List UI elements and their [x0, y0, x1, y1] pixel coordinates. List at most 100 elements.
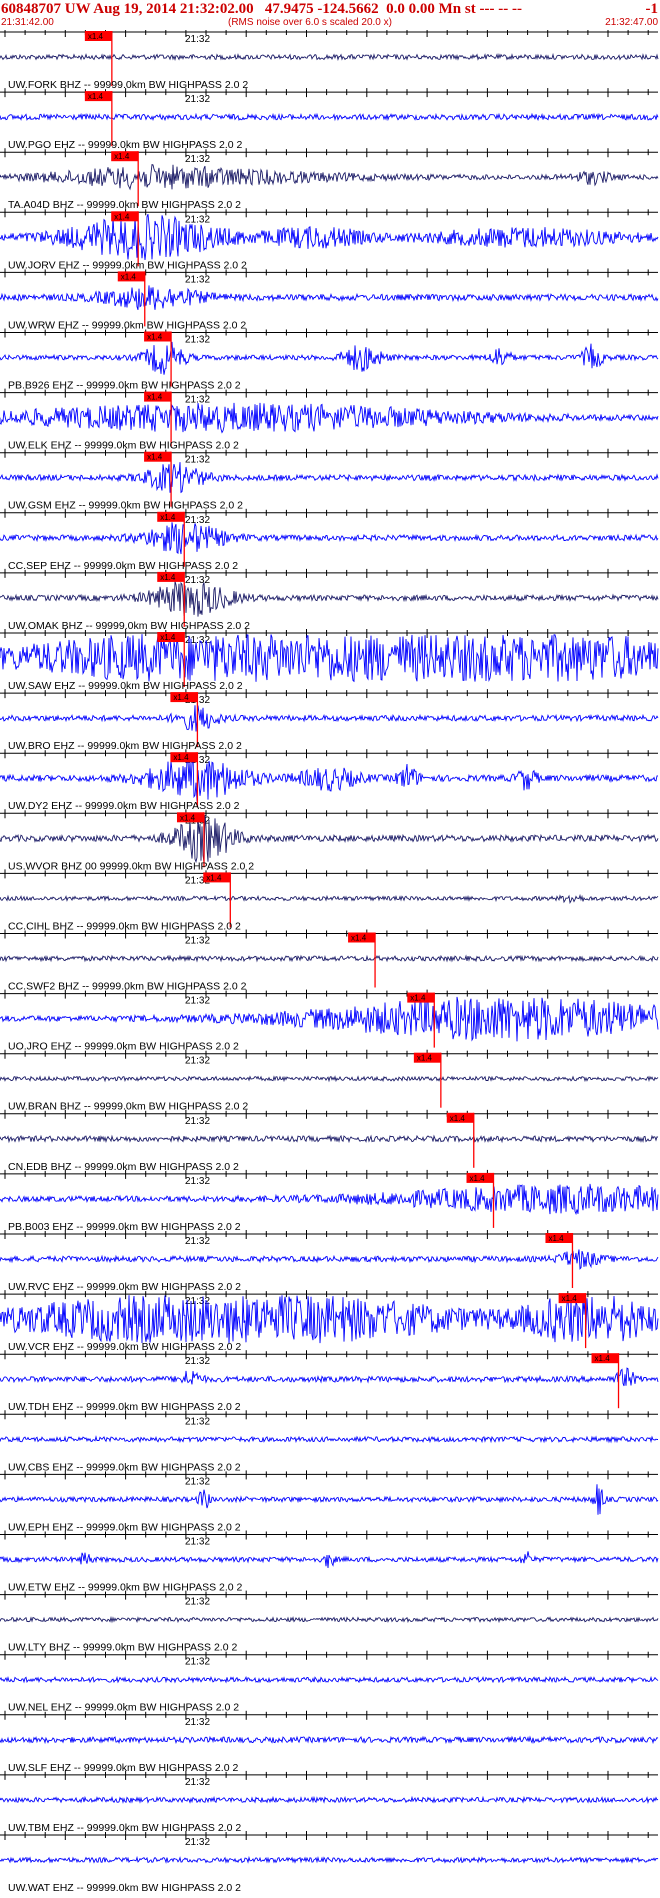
station-row: 21:32x1.4UW.SAW EHZ -- 99999.0km BW HIGH… [0, 629, 659, 692]
waveform-trace [0, 1367, 659, 1387]
minute-label: 21:32 [185, 274, 210, 285]
minute-label: 21:32 [185, 1236, 210, 1247]
station-row: 21:32UW.TBM EHZ -- 99999.0km BW HIGHPASS… [0, 1770, 659, 1834]
station-row: 21:32 x1.4 UW.WRW EHZ -- 99999.0km BW HIGH… [0, 268, 659, 331]
station-row: 21:32 UW.WAT EHZ -- 99999.0km BW HIGHPASS… [0, 1831, 659, 1894]
station-row: 21:32 x1.4 UW.OMAK BHZ -- 99999.0km BW HIG… [0, 568, 659, 632]
pick-label: x1.4 [173, 753, 189, 762]
station-label: UW.BRO EHZ -- 99999.0km BW HIGHPASS 2.0 … [8, 740, 242, 752]
pick-label: x1.4 [160, 633, 176, 642]
minute-label: 21:32 [185, 1597, 210, 1608]
minute-label: 21:32 [185, 214, 210, 225]
station-row: 21:32x1.4UW.ELK EHZ -- 99999.0km BW HIGH… [0, 388, 659, 452]
station-label: UW.OMAK BHZ -- 99999.0km BW HIGHPASS 2.0… [8, 620, 250, 632]
station-row: 21:32UW.ETW EHZ -- 99999.0km BW HIGHPASS… [0, 1530, 659, 1594]
station-row: 21:32 x1.4UW.RVC EHZ -- 99999.0km BW HIGH… [0, 1230, 659, 1293]
waveform-trace [0, 634, 659, 683]
waveform-trace [0, 1615, 659, 1624]
station-row: 21:32x1.4UW.GSM EHZ -- 99999.0km BW HIGH… [0, 448, 659, 512]
station-row: 21:32 x1.4PB.B003 EHZ -- 99999.0km BW HIG… [0, 1169, 659, 1233]
station-row: 21:32 x1.4 CC.SWF2 BHZ -- 99999.0km BW HIG… [0, 929, 659, 993]
pick-label: x1.4 [180, 813, 196, 822]
start-time: 21:31:42.00 [1, 17, 54, 28]
waveform-trace [0, 1675, 659, 1684]
pick-label: x1.4 [88, 32, 104, 41]
station-row: 21:32 x1.4 UW.BRAN BHZ -- 99999.0km BW HIG… [0, 1049, 659, 1113]
minute-label: 21:32 [185, 996, 210, 1007]
minute-label: 21:32 [185, 936, 210, 947]
pick-label: x1.4 [147, 393, 163, 402]
minute-label: 21:32 [185, 455, 210, 466]
pick-label: x1.4 [548, 1234, 564, 1243]
station-label: UW.LTY BHZ -- 99999.0km BW HIGHPASS 2.0 … [8, 1642, 237, 1654]
waveform-trace [0, 402, 659, 434]
station-row: 21:32x1.4UW.PGO EHZ -- 99999.0km BW HIGH… [0, 88, 659, 151]
station-row: 21:32UW.CBS EHZ -- 99999.0km BW HIGHPASS… [0, 1410, 658, 1473]
station-label: UW.NEL EHZ -- 99999.0km BW HIGHPASS 2.0 … [8, 1702, 239, 1714]
minute-label: 21:32 [185, 1476, 210, 1487]
waveform-trace [0, 815, 659, 864]
waveform-trace [0, 164, 659, 191]
waveform-trace [0, 341, 659, 375]
station-row: 21:32 UW.NEL EHZ -- 99999.0km BW HIGHPASS… [0, 1650, 659, 1714]
minute-label: 21:32 [185, 1537, 210, 1548]
station-label: UW.WAT EHZ -- 99999.0km BW HIGHPASS 2.0 … [8, 1882, 241, 1894]
waveform-trace [0, 1134, 659, 1144]
pick-label: x1.4 [206, 873, 222, 882]
waveform-trace [0, 1075, 659, 1083]
minute-label: 21:32 [185, 335, 210, 346]
station-label: UW.SLF EHZ -- 99999.0km BW HIGHPASS 2.0 … [8, 1762, 238, 1774]
pick-label: x1.4 [417, 1054, 433, 1063]
station-label: UW.DY2 EHZ -- 99999.0km BW HIGHPASS 2.0 … [8, 800, 240, 812]
station-row: 21:32x1.4CC.CIHL BHZ -- 99999.0km BW HIG… [0, 869, 659, 932]
minute-label: 21:32 [185, 575, 210, 586]
minute-label: 21:32 [185, 1416, 210, 1427]
pick-label: x1.4 [147, 453, 163, 462]
waveform-trace [0, 285, 659, 310]
station-label: CN.EDB BHZ -- 99999.0km BW HIGHPASS 2.0 … [8, 1161, 239, 1173]
minute-label: 21:32 [185, 1116, 210, 1127]
waveform-trace [0, 522, 659, 555]
waveform-trace [0, 214, 659, 260]
station-row: 21:32x1.4UW.BRO EHZ -- 99999.0km BW HIGH… [0, 689, 659, 752]
station-row: 21:32x1.4PB.B926 EHZ -- 99999.0km BW HIG… [0, 328, 659, 392]
station-label: CC.SWF2 BHZ -- 99999.0km BW HIGHPASS 2.0… [8, 981, 247, 993]
pick-label: x1.4 [147, 333, 163, 342]
waveform-trace [0, 1183, 659, 1216]
pick-label: x1.4 [160, 573, 176, 582]
header-trailing-value: -1 [645, 1, 659, 17]
minute-label: 21:32 [185, 154, 210, 165]
page-title: 60848707 UW Aug 19, 2014 21:32:02.00 47.… [1, 1, 522, 17]
minute-label: 21:32 [185, 94, 210, 105]
waveform-trace [0, 1735, 659, 1745]
minute-label: 21:32 [185, 1837, 210, 1848]
waveform-trace [0, 1551, 659, 1569]
pick-label: x1.4 [121, 272, 137, 281]
pick-label: x1.4 [88, 92, 104, 101]
station-row: 21:32 x1.4 UW.FORK BHZ -- 99999.0km BW HIG… [0, 30, 659, 91]
waveform-trace [0, 954, 659, 963]
waveform-trace [0, 112, 659, 122]
station-row: 21:32x1.4US.WVOR BHZ 00 99999.0km BW HIG… [0, 809, 659, 872]
minute-label: 21:32 [185, 1777, 210, 1788]
waveform-trace [0, 705, 659, 732]
station-row: 21:32 x1.4 CN.EDB BHZ -- 99999.0km BW HIGH… [0, 1109, 659, 1173]
waveform-trace [0, 1435, 658, 1444]
station-row: 21:32 x1.4UW.VCR EHZ -- 99999.0km BW HIGH… [0, 1290, 659, 1353]
pick-label: x1.4 [114, 152, 130, 161]
pick-label: x1.4 [351, 934, 367, 943]
station-row: 21:32x1.4UW.DY2 EHZ -- 99999.0km BW HIGH… [0, 749, 658, 812]
pick-label: x1.4 [595, 1354, 611, 1363]
waveform-trace [0, 1855, 659, 1864]
waveform-trace [0, 1795, 659, 1804]
minute-label: 21:32 [185, 1657, 210, 1668]
seismogram-plot: 21:32x1.4UW.FORK BHZ -- 99999.0km BW HIG… [0, 30, 659, 1894]
scaling-note: (RMS noise over 6.0 s scaled 20.0 x) [228, 17, 392, 28]
station-label: UO.JRO EHZ -- 99999.0km BW HIGHPASS 2.0 … [8, 1041, 239, 1053]
pick-label: x1.4 [114, 212, 130, 221]
waveform-trace [0, 893, 659, 905]
station-row: 21:32 x1.4 UO.JRO EHZ -- 99999.0km BW HIGH… [0, 989, 659, 1053]
waveform-trace [0, 581, 659, 617]
waveform-trace [0, 996, 659, 1042]
minute-label: 21:32 [185, 1176, 210, 1187]
